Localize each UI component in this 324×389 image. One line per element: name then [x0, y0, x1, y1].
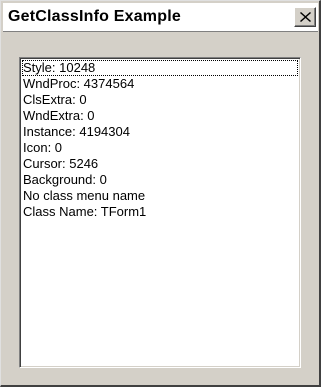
- list-item-wndproc[interactable]: WndProc: 4374564: [22, 76, 298, 92]
- list-item-background[interactable]: Background: 0: [22, 172, 298, 188]
- title-bar[interactable]: GetClassInfo Example: [3, 3, 318, 32]
- class-info-listbox[interactable]: Style: 10248 WndProc: 4374564 ClsExtra: …: [19, 57, 301, 368]
- list-item-instance[interactable]: Instance: 4194304: [22, 124, 298, 140]
- list-item-class-name[interactable]: Class Name: TForm1: [22, 204, 298, 220]
- list-item-wndextra[interactable]: WndExtra: 0: [22, 108, 298, 124]
- close-button[interactable]: [294, 7, 316, 27]
- list-item-style[interactable]: Style: 10248: [22, 60, 298, 76]
- listbox-items: Style: 10248 WndProc: 4374564 ClsExtra: …: [22, 60, 298, 365]
- list-item-menu-name[interactable]: No class menu name: [22, 188, 298, 204]
- list-item-icon[interactable]: Icon: 0: [22, 140, 298, 156]
- list-item-cursor[interactable]: Cursor: 5246: [22, 156, 298, 172]
- main-window: GetClassInfo Example Style: 10248 WndPro…: [0, 0, 321, 387]
- window-title: GetClassInfo Example: [8, 8, 181, 25]
- list-item-clsextra[interactable]: ClsExtra: 0: [22, 92, 298, 108]
- close-icon: [299, 12, 311, 22]
